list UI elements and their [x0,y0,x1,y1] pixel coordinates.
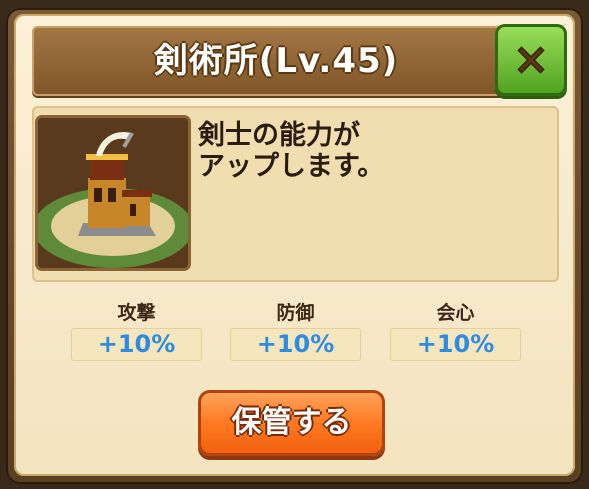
stat-value-critical: +10% [390,328,521,361]
stat-value-attack: +10% [71,328,202,361]
description-line: 剣士の能力が [198,120,360,151]
dialog-title: 剣術所(Lv.45) [153,41,399,81]
building-image [38,118,188,268]
stat-value-defense: +10% [230,328,361,361]
stat-label-attack: 攻撃 [117,302,156,324]
stat-label-defense: 防御 [276,302,315,324]
description: 剣士の能力が アップします。 [198,120,548,182]
description-line: アップします。 [198,151,385,182]
sword-dojo-building-icon [38,118,188,268]
store-button-label[interactable]: 保管する [198,390,385,456]
close-x-icon [517,46,545,74]
stat-label-critical: 会心 [436,302,475,324]
close-button[interactable] [495,24,567,96]
